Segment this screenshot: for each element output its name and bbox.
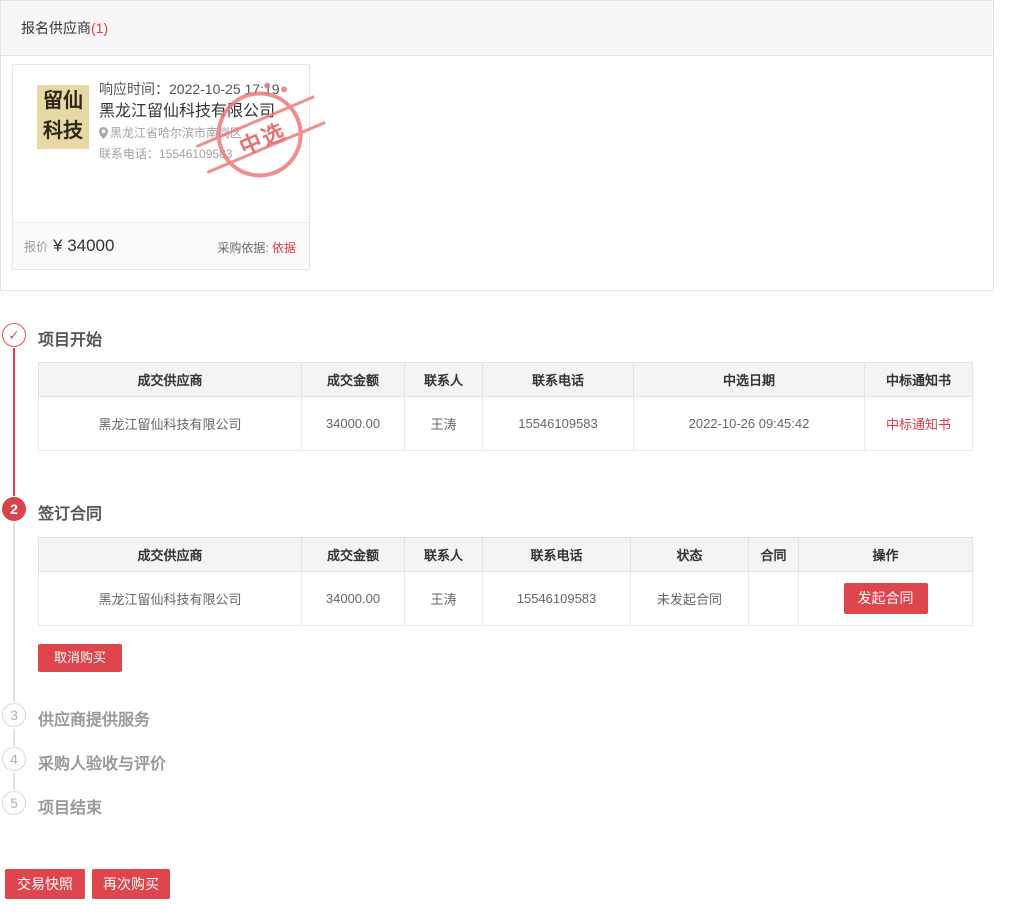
- page: 报名供应商(1) 留仙 科技 响应时间：2022-10-25 17:19 黑龙江…: [0, 0, 1016, 914]
- col-contact: 联系人: [405, 363, 483, 397]
- step3-title-supplier-service: 供应商提供服务: [38, 706, 150, 730]
- step4-badge: 4: [2, 747, 26, 771]
- transaction-snapshot-button[interactable]: 交易快照: [5, 869, 85, 899]
- step1-title-project-start: 项目开始: [38, 326, 102, 350]
- procurement-basis-link[interactable]: 依据: [272, 241, 296, 255]
- timeline-connector: [13, 773, 15, 790]
- step2-badge: 2: [2, 497, 26, 521]
- suppliers-panel-title: 报名供应商: [21, 20, 91, 36]
- timeline-connector: [13, 729, 15, 746]
- col-deal-amount: 成交金额: [302, 363, 405, 397]
- supplier-logo-line1: 留仙: [37, 85, 89, 115]
- timeline-connector: [13, 348, 15, 496]
- col-award-notice: 中标通知书: [865, 363, 973, 397]
- col-deal-supplier: 成交供应商: [39, 538, 302, 572]
- contract-table-row: 黑龙江留仙科技有限公司 34000.00 王涛 15546109583 未发起合…: [39, 572, 973, 626]
- supplier-address-line: 黑龙江省哈尔滨市南岗区: [99, 124, 299, 145]
- supplier-phone-label: 联系电话：: [99, 147, 159, 161]
- supplier-info: 响应时间：2022-10-25 17:19 黑龙江留仙科技有限公司 黑龙江省哈尔…: [99, 78, 299, 164]
- cell-contact-phone: 15546109583: [483, 397, 634, 451]
- suppliers-panel-header: 报名供应商(1): [1, 1, 993, 56]
- col-deal-supplier: 成交供应商: [39, 363, 302, 397]
- cell-contact-phone: 15546109583: [483, 572, 631, 626]
- supplier-logo-line2: 科技: [37, 115, 89, 145]
- step1-check-icon: ✓: [2, 323, 26, 347]
- cell-contact: 王涛: [405, 397, 483, 451]
- location-pin-icon: [99, 126, 108, 145]
- col-contract: 合同: [749, 538, 799, 572]
- project-start-table-header-row: 成交供应商 成交金额 联系人 联系电话 中选日期 中标通知书: [39, 363, 973, 397]
- supplier-address: 黑龙江省哈尔滨市南岗区: [110, 126, 242, 140]
- procurement-basis-label: 采购依据:: [217, 241, 272, 255]
- supplier-card-footer: 报价 ¥ 34000 采购依据: 依据: [13, 222, 309, 269]
- supplier-company-name: 黑龙江留仙科技有限公司: [99, 100, 299, 124]
- response-time-line: 响应时间：2022-10-25 17:19: [99, 78, 299, 100]
- project-start-table-row: 黑龙江留仙科技有限公司 34000.00 王涛 15546109583 2022…: [39, 397, 973, 451]
- timeline-connector: [13, 522, 15, 702]
- col-status: 状态: [631, 538, 749, 572]
- cell-selected-date: 2022-10-26 09:45:42: [634, 397, 865, 451]
- quote-price-label: 报价: [24, 240, 48, 254]
- col-contact-phone: 联系电话: [483, 538, 631, 572]
- step3-badge: 3: [2, 703, 26, 727]
- step4-title-acceptance-evaluation: 采购人验收与评价: [38, 750, 166, 774]
- cell-deal-supplier: 黑龙江留仙科技有限公司: [39, 397, 302, 451]
- supplier-logo: 留仙 科技: [37, 85, 89, 149]
- response-time-label: 响应时间：: [99, 81, 169, 97]
- col-contact-phone: 联系电话: [483, 363, 634, 397]
- cell-deal-amount: 34000.00: [302, 572, 405, 626]
- col-selected-date: 中选日期: [634, 363, 865, 397]
- supplier-phone: 15546109583: [159, 147, 232, 161]
- response-time-value: 2022-10-25 17:19: [169, 81, 280, 97]
- suppliers-panel: 报名供应商(1) 留仙 科技 响应时间：2022-10-25 17:19 黑龙江…: [0, 0, 994, 291]
- cell-status: 未发起合同: [631, 572, 749, 626]
- procurement-basis: 采购依据: 依据: [217, 239, 296, 256]
- contract-table-header-row: 成交供应商 成交金额 联系人 联系电话 状态 合同 操作: [39, 538, 973, 572]
- award-notice-link[interactable]: 中标通知书: [886, 417, 951, 432]
- col-contact: 联系人: [405, 538, 483, 572]
- initiate-contract-button[interactable]: 发起合同: [844, 583, 928, 614]
- cancel-purchase-button[interactable]: 取消购买: [38, 644, 122, 672]
- supplier-card-body: 留仙 科技 响应时间：2022-10-25 17:19 黑龙江留仙科技有限公司 …: [13, 65, 309, 223]
- cell-deal-amount: 34000.00: [302, 397, 405, 451]
- suppliers-count: (1): [91, 20, 108, 36]
- supplier-card: 留仙 科技 响应时间：2022-10-25 17:19 黑龙江留仙科技有限公司 …: [12, 64, 310, 270]
- supplier-phone-line: 联系电话：15546109583: [99, 145, 299, 164]
- col-actions: 操作: [799, 538, 973, 572]
- quote-price: 报价 ¥ 34000: [24, 236, 114, 256]
- step2-title-sign-contract: 签订合同: [38, 500, 102, 524]
- cell-contact: 王涛: [405, 572, 483, 626]
- step5-title-project-end: 项目结束: [38, 794, 102, 818]
- step5-badge: 5: [2, 791, 26, 815]
- project-start-table: 成交供应商 成交金额 联系人 联系电话 中选日期 中标通知书 黑龙江留仙科技有限…: [38, 362, 973, 451]
- col-deal-amount: 成交金额: [302, 538, 405, 572]
- cell-deal-supplier: 黑龙江留仙科技有限公司: [39, 572, 302, 626]
- quote-price-value: ¥ 34000: [53, 236, 114, 255]
- cell-contract: [749, 572, 799, 626]
- buy-again-button[interactable]: 再次购买: [92, 869, 170, 899]
- contract-table: 成交供应商 成交金额 联系人 联系电话 状态 合同 操作 黑龙江留仙科技有限公司…: [38, 537, 973, 626]
